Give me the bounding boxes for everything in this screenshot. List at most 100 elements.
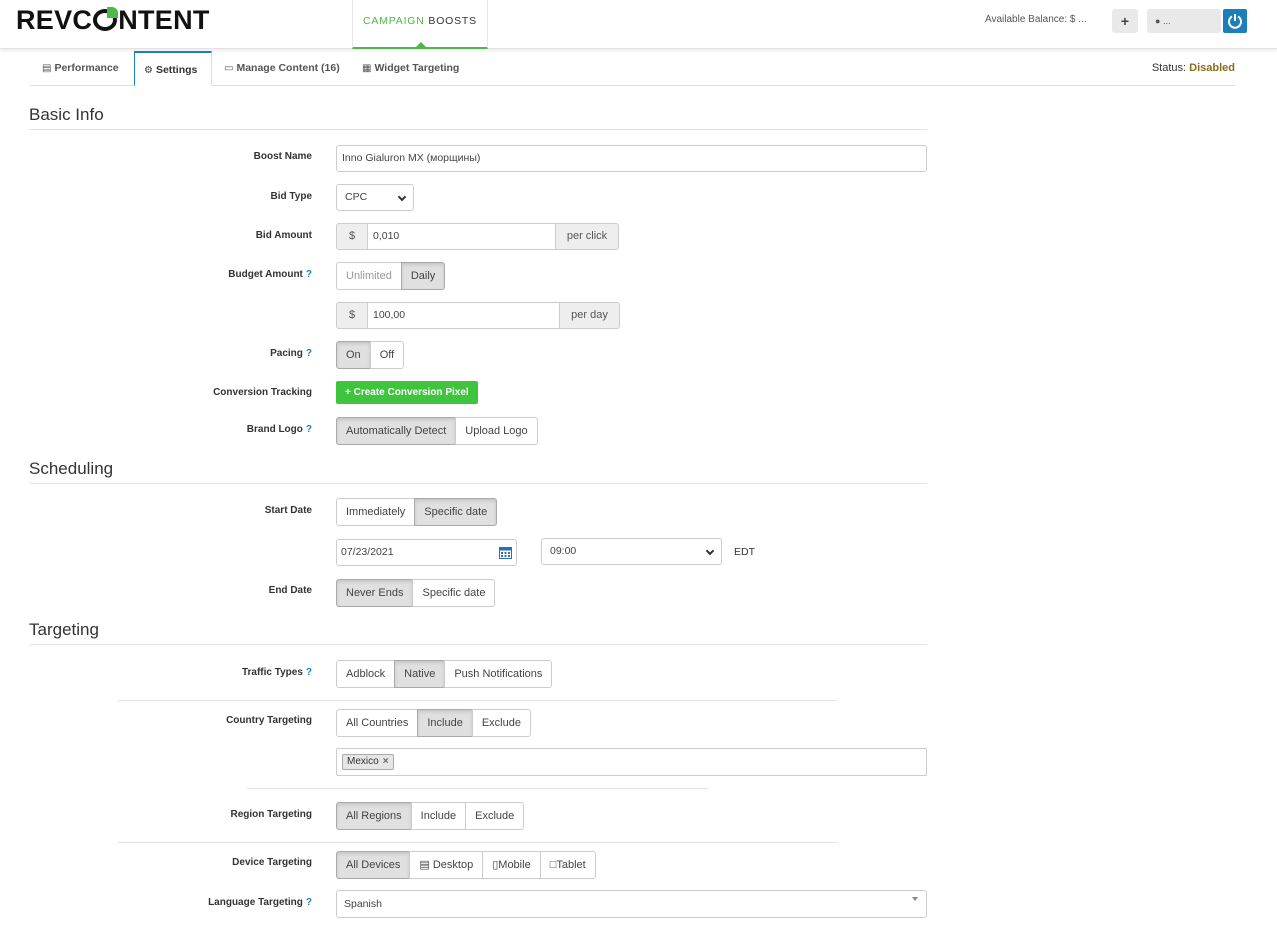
pacing-toggle: On Off [336,341,405,369]
bar-chart-icon: ▤ [42,63,52,74]
boost-name-label: Boost Name [253,151,312,162]
country-tag: Mexico × [342,754,394,770]
logo-o-icon [93,7,119,31]
traffic-types-label: Traffic Types? [241,667,312,678]
start-date-input[interactable]: 07/23/2021 [336,539,517,566]
traffic-native-button[interactable]: Native [394,660,446,688]
chevron-down-icon [912,897,918,901]
timezone-label: EDT [734,546,755,558]
pacing-off-button[interactable]: Off [369,341,405,369]
start-date-toggle: Immediately Specific date [336,498,498,526]
end-date-toggle: Never Ends Specific date [336,579,496,607]
tab-widget-targeting[interactable]: ▦ Widget Targeting [353,51,468,86]
create-conversion-pixel-button[interactable]: + Create Conversion Pixel [336,381,478,404]
language-targeting-label: Language Targeting? [208,897,312,908]
grid-icon: ▦ [362,63,372,74]
region-include-button[interactable]: Include [410,802,467,830]
user-menu-button[interactable]: ● ... [1147,9,1221,33]
status-value: Disabled [1189,62,1235,74]
budget-unit-addon: per day [559,302,620,329]
chevron-down-icon [397,192,407,202]
region-targeting-toggle: All Regions Include Exclude [336,802,525,830]
logout-button[interactable] [1223,9,1247,33]
budget-type-toggle: Unlimited Daily [336,262,446,290]
country-all-button[interactable]: All Countries [336,709,419,737]
start-specific-date-button[interactable]: Specific date [414,498,498,526]
power-icon [1228,14,1242,29]
nav-campaign-boosts[interactable]: CAMPAIGN BOOSTS [352,0,488,49]
settings-tabs: ▤ Performance ⚙ Settings ▭ Manage Content (… [30,51,1235,86]
brand-logo-upload-button[interactable]: Upload Logo [455,417,538,445]
device-tablet-button[interactable]: □Tablet [539,851,596,879]
traffic-types-toggle: Adblock Native Push Notifications [336,660,553,688]
divider [118,842,837,843]
country-targeting-toggle: All Countries Include Exclude [336,709,531,737]
bid-amount-input[interactable]: 0,010 [367,223,556,250]
budget-unlimited-button[interactable]: Unlimited [336,262,402,290]
brand-logo-toggle: Automatically Detect Upload Logo [336,417,538,445]
country-exclude-button[interactable]: Exclude [471,709,531,737]
help-icon[interactable]: ? [306,897,312,908]
desktop-icon: ▤ [419,859,433,871]
section-title-targeting: Targeting [29,620,927,645]
remove-tag-icon[interactable]: × [383,756,389,767]
traffic-adblock-button[interactable]: Adblock [336,660,396,688]
tab-settings[interactable]: ⚙ Settings [134,51,212,86]
help-icon[interactable]: ? [306,269,312,280]
add-funds-button[interactable]: + [1112,9,1138,33]
file-icon: ▭ [224,63,234,74]
bid-currency-addon: $ [336,223,368,250]
nav-word-boosts: BOOSTS [428,15,477,27]
revcontent-logo[interactable]: REVC NTENT [16,6,210,34]
user-icon: ● [1155,16,1161,26]
pacing-label: Pacing? [270,348,312,359]
end-date-label: End Date [268,585,312,596]
region-exclude-button[interactable]: Exclude [465,802,525,830]
bid-amount-label: Bid Amount [255,230,312,241]
nav-word-campaign: CAMPAIGN [363,15,425,27]
brand-logo-label: Brand Logo? [246,424,312,435]
help-icon[interactable]: ? [306,667,312,678]
language-select[interactable]: Spanish [336,890,927,918]
gear-icon: ⚙ [144,65,153,76]
boost-name-input[interactable]: Inno Gialuron MX (морщины) [336,145,927,172]
start-time-select[interactable]: 09:00 [541,538,722,565]
campaign-status: Status: Disabled [1151,62,1235,74]
country-targeting-label: Country Targeting [226,715,312,726]
start-immediately-button[interactable]: Immediately [336,498,416,526]
tab-manage-content[interactable]: ▭ Manage Content (16) [215,51,349,86]
section-title-basic-info: Basic Info [29,105,927,130]
device-desktop-button[interactable]: ▤ Desktop [409,851,484,879]
start-date-label: Start Date [264,505,312,516]
region-targeting-label: Region Targeting [230,809,312,820]
country-tag-input[interactable]: Mexico × [336,748,927,776]
user-name: ... [1162,16,1171,26]
end-never-button[interactable]: Never Ends [336,579,414,607]
help-icon[interactable]: ? [306,348,312,359]
chevron-down-icon [705,546,715,556]
brand-logo-auto-button[interactable]: Automatically Detect [336,417,457,445]
device-mobile-button[interactable]: ▯Mobile [482,851,541,879]
divider [118,700,837,701]
bid-type-label: Bid Type [270,191,312,202]
budget-amount-label: Budget Amount? [228,269,312,280]
divider [247,788,708,789]
tab-performance[interactable]: ▤ Performance [33,51,128,86]
bid-type-select[interactable]: CPC [336,184,414,211]
section-title-scheduling: Scheduling [29,459,927,484]
help-icon[interactable]: ? [306,424,312,435]
end-specific-date-button[interactable]: Specific date [412,579,496,607]
calendar-icon[interactable] [499,546,512,559]
device-all-button[interactable]: All Devices [336,851,411,879]
budget-currency-addon: $ [336,302,368,329]
nav-active-caret-icon [416,42,426,47]
traffic-push-button[interactable]: Push Notifications [444,660,553,688]
region-all-button[interactable]: All Regions [336,802,412,830]
country-include-button[interactable]: Include [417,709,473,737]
budget-daily-button[interactable]: Daily [400,262,446,290]
pacing-on-button[interactable]: On [336,341,371,369]
budget-amount-input[interactable]: 100,00 [367,302,560,329]
device-targeting-label: Device Targeting [232,857,312,868]
bid-unit-addon: per click [555,223,619,250]
conversion-tracking-label: Conversion Tracking [213,387,312,398]
